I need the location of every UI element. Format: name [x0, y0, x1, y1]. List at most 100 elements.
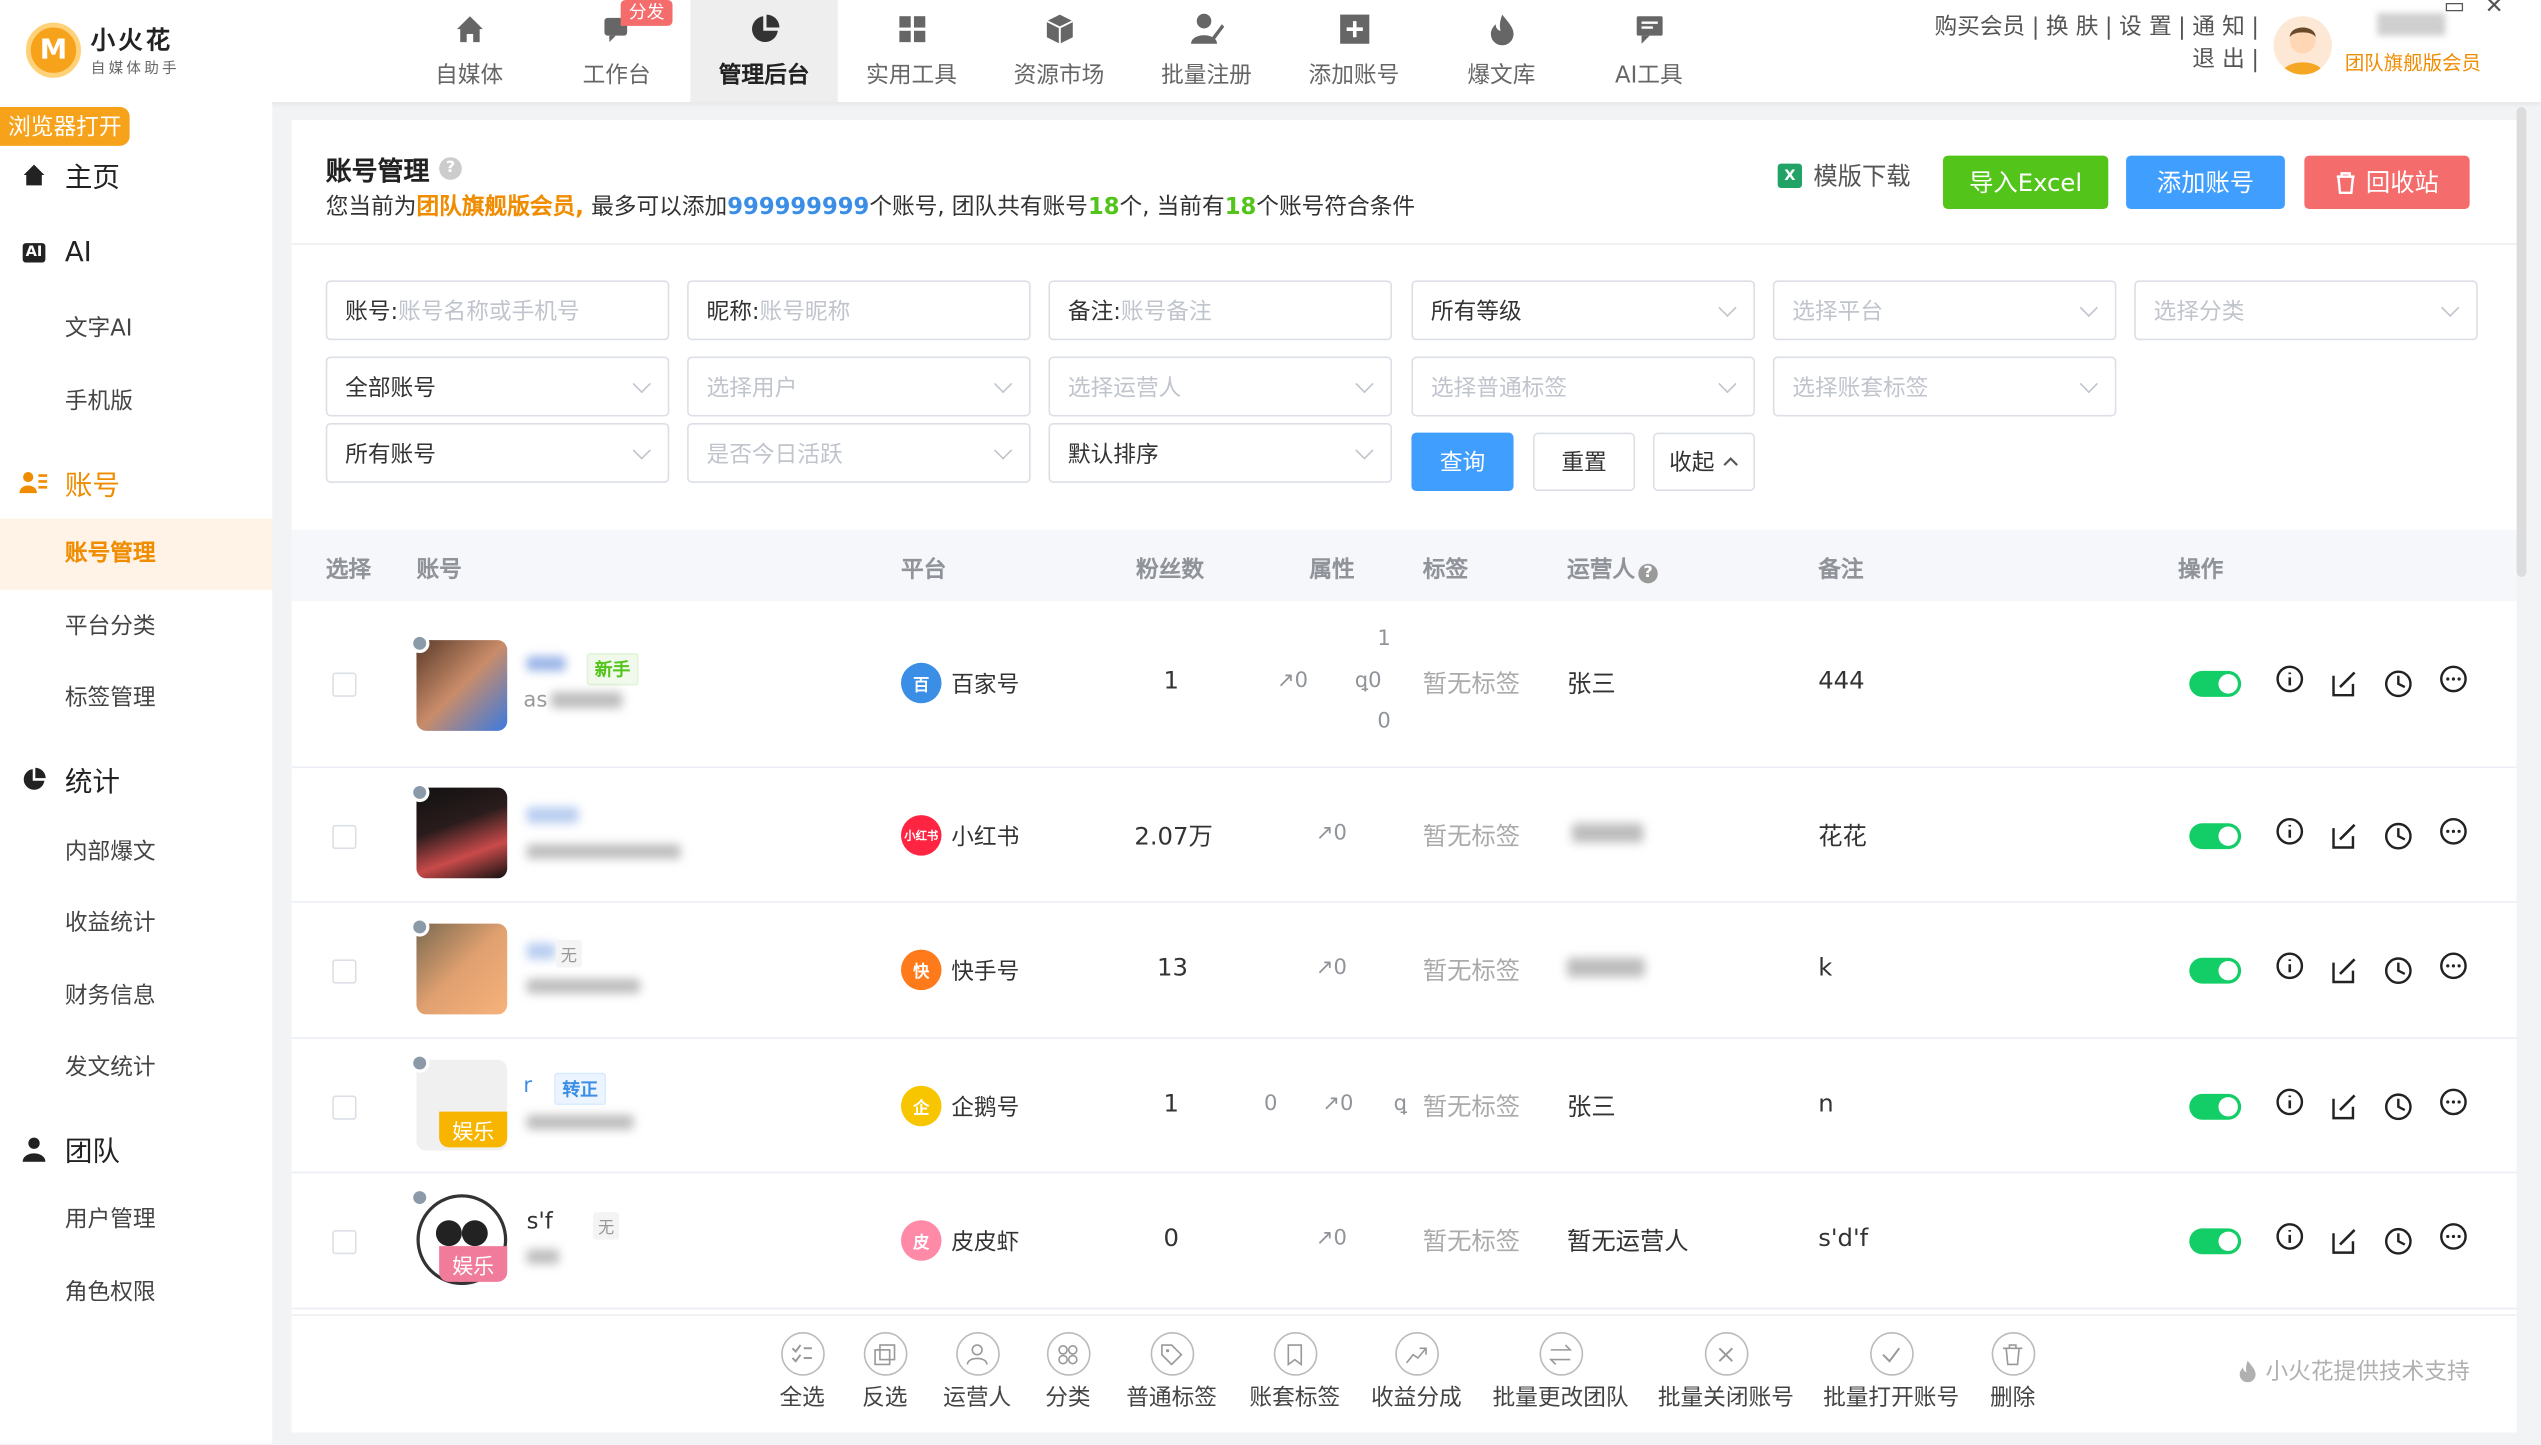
notify-link[interactable]: 通 知 [2189, 15, 2248, 41]
level-select[interactable]: 所有等级 [1411, 280, 1756, 341]
edit-icon[interactable] [2329, 1227, 2358, 1256]
nav-ai-tools[interactable]: AI工具 [1575, 0, 1722, 102]
history-icon[interactable] [2384, 1092, 2413, 1121]
info-icon[interactable] [2275, 817, 2304, 846]
sidebar-item-role[interactable]: 角色权限 [0, 1258, 272, 1329]
account-quota-info: 您当前为团队旗舰版会员, 最多可以添加999999999个账号, 团队共有账号1… [326, 190, 1415, 222]
account-toggle[interactable] [2189, 957, 2242, 984]
buy-member-link[interactable]: 购买会员 [1931, 15, 2028, 41]
user-select[interactable]: 选择用户 [687, 356, 1031, 417]
bulk-operator-button[interactable]: 运营人 [943, 1332, 1011, 1413]
sidebar-item-post-stats[interactable]: 发文统计 [0, 1032, 272, 1103]
edit-icon[interactable] [2329, 669, 2358, 698]
open-in-browser-tag[interactable]: 浏览器打开 [0, 106, 130, 146]
normal-tag-select[interactable]: 选择普通标签 [1411, 356, 1756, 417]
row-checkbox[interactable] [332, 1095, 357, 1120]
sidebar-item-income[interactable]: 收益统计 [0, 888, 272, 959]
window-controls[interactable]: ▭✕ [2444, 0, 2523, 19]
all-accounts-select[interactable]: 所有账号 [325, 422, 670, 483]
history-icon[interactable] [2384, 822, 2413, 851]
account-toggle[interactable] [2189, 1093, 2242, 1120]
nav-hot-articles[interactable]: 爆文库 [1428, 0, 1575, 102]
skin-link[interactable]: 换 肤 [2043, 15, 2102, 41]
nickname-search-input[interactable]: 昵称: 账号昵称 [687, 280, 1031, 341]
sidebar-item-account-manage[interactable]: 账号管理 [0, 518, 273, 590]
sidebar-ai[interactable]: AI AI [19, 237, 92, 269]
edit-icon[interactable] [2329, 822, 2358, 851]
info-icon[interactable] [2275, 1222, 2304, 1251]
bulk-category-button[interactable]: 分类 [1045, 1332, 1091, 1413]
nav-admin[interactable]: 管理后台 [690, 0, 838, 103]
history-icon[interactable] [2384, 1227, 2413, 1256]
more-icon[interactable] [2439, 817, 2468, 846]
bulk-close-accounts-button[interactable]: 批量关闭账号 [1658, 1332, 1794, 1413]
bulk-income-share-button[interactable]: 收益分成 [1371, 1332, 1462, 1413]
info-icon[interactable] [2275, 664, 2304, 693]
user-avatar[interactable] [2273, 16, 2332, 75]
account-search-input[interactable]: 账号: 账号名称或手机号 [325, 280, 670, 341]
sort-select[interactable]: 默认排序 [1048, 422, 1393, 483]
info-icon[interactable] [2275, 951, 2304, 980]
scrollbar[interactable] [2516, 106, 2527, 577]
sidebar-stats[interactable]: 统计 [19, 758, 120, 799]
logout-link[interactable]: 退 出 [2189, 47, 2248, 73]
sidebar-item-finance[interactable]: 财务信息 [0, 961, 272, 1032]
sidebar-item-user-manage[interactable]: 用户管理 [0, 1185, 272, 1256]
operator-select[interactable]: 选择运营人 [1048, 356, 1393, 417]
sidebar-home[interactable]: 主页 [19, 154, 120, 194]
info-text: 个账号, 团队共有账号 [869, 194, 1088, 221]
nav-workbench[interactable]: 工作台 分发 [543, 0, 690, 102]
edit-icon[interactable] [2329, 1092, 2358, 1121]
history-icon[interactable] [2384, 956, 2413, 985]
sidebar-item-tag-manage[interactable]: 标签管理 [0, 663, 272, 734]
bulk-normal-tag-button[interactable]: 普通标签 [1126, 1332, 1217, 1413]
settings-link[interactable]: 设 置 [2116, 15, 2175, 41]
category-select[interactable]: 选择分类 [2134, 280, 2478, 341]
more-icon[interactable] [2439, 664, 2468, 693]
account-toggle[interactable] [2189, 823, 2242, 850]
help-icon[interactable]: ? [439, 157, 462, 180]
history-icon[interactable] [2384, 669, 2413, 698]
reset-button[interactable]: 重置 [1532, 432, 1636, 492]
nav-batch-register[interactable]: 批量注册 [1133, 0, 1280, 102]
sidebar-item-text-ai[interactable]: 文字AI [0, 293, 272, 364]
more-icon[interactable] [2439, 1087, 2468, 1116]
import-excel-button[interactable]: 导入Excel [1942, 155, 2109, 210]
bulk-open-accounts-button[interactable]: 批量打开账号 [1823, 1332, 1959, 1413]
edit-icon[interactable] [2329, 956, 2358, 985]
add-account-button[interactable]: 添加账号 [2126, 155, 2285, 210]
sidebar-item-mobile[interactable]: 手机版 [0, 366, 272, 437]
note-search-input[interactable]: 备注: 账号备注 [1048, 280, 1393, 341]
sidebar-item-internal-hot[interactable]: 内部爆文 [0, 817, 272, 888]
account-toggle[interactable] [2189, 670, 2242, 697]
more-icon[interactable] [2439, 951, 2468, 980]
more-icon[interactable] [2439, 1222, 2468, 1251]
nav-add-account[interactable]: 添加账号 [1280, 0, 1427, 102]
recycle-bin-button[interactable]: 回收站 [2304, 155, 2470, 210]
select-all-button[interactable]: 全选 [779, 1332, 825, 1413]
help-icon[interactable]: ? [1638, 563, 1658, 584]
bulk-set-tag-button[interactable]: 账套标签 [1249, 1332, 1340, 1413]
row-checkbox[interactable] [332, 959, 357, 984]
nav-tools[interactable]: 实用工具 [838, 0, 985, 102]
nav-market[interactable]: 资源市场 [985, 0, 1132, 102]
nav-self-media[interactable]: 自媒体 [395, 0, 542, 102]
active-today-select[interactable]: 是否今日活跃 [687, 422, 1031, 483]
platform-select[interactable]: 选择平台 [1772, 280, 2117, 341]
info-icon[interactable] [2275, 1087, 2304, 1116]
account-scope-select[interactable]: 全部账号 [325, 356, 670, 417]
row-checkbox[interactable] [332, 672, 357, 697]
sidebar-account[interactable]: 账号 [19, 462, 120, 502]
bulk-delete-button[interactable]: 删除 [1990, 1332, 2035, 1413]
invert-select-button[interactable]: 反选 [862, 1332, 907, 1413]
sidebar-team[interactable]: 团队 [19, 1128, 120, 1168]
row-checkbox[interactable] [332, 824, 357, 850]
account-set-tag-select[interactable]: 选择账套标签 [1772, 356, 2117, 417]
row-checkbox[interactable] [332, 1229, 357, 1255]
template-download-button[interactable]: X 模版下载 [1777, 159, 1911, 193]
collapse-button[interactable]: 收起 [1652, 432, 1756, 492]
query-button[interactable]: 查询 [1411, 432, 1514, 492]
bulk-change-team-button[interactable]: 批量更改团队 [1492, 1332, 1629, 1413]
account-toggle[interactable] [2189, 1228, 2242, 1255]
sidebar-item-platform-category[interactable]: 平台分类 [0, 591, 272, 662]
